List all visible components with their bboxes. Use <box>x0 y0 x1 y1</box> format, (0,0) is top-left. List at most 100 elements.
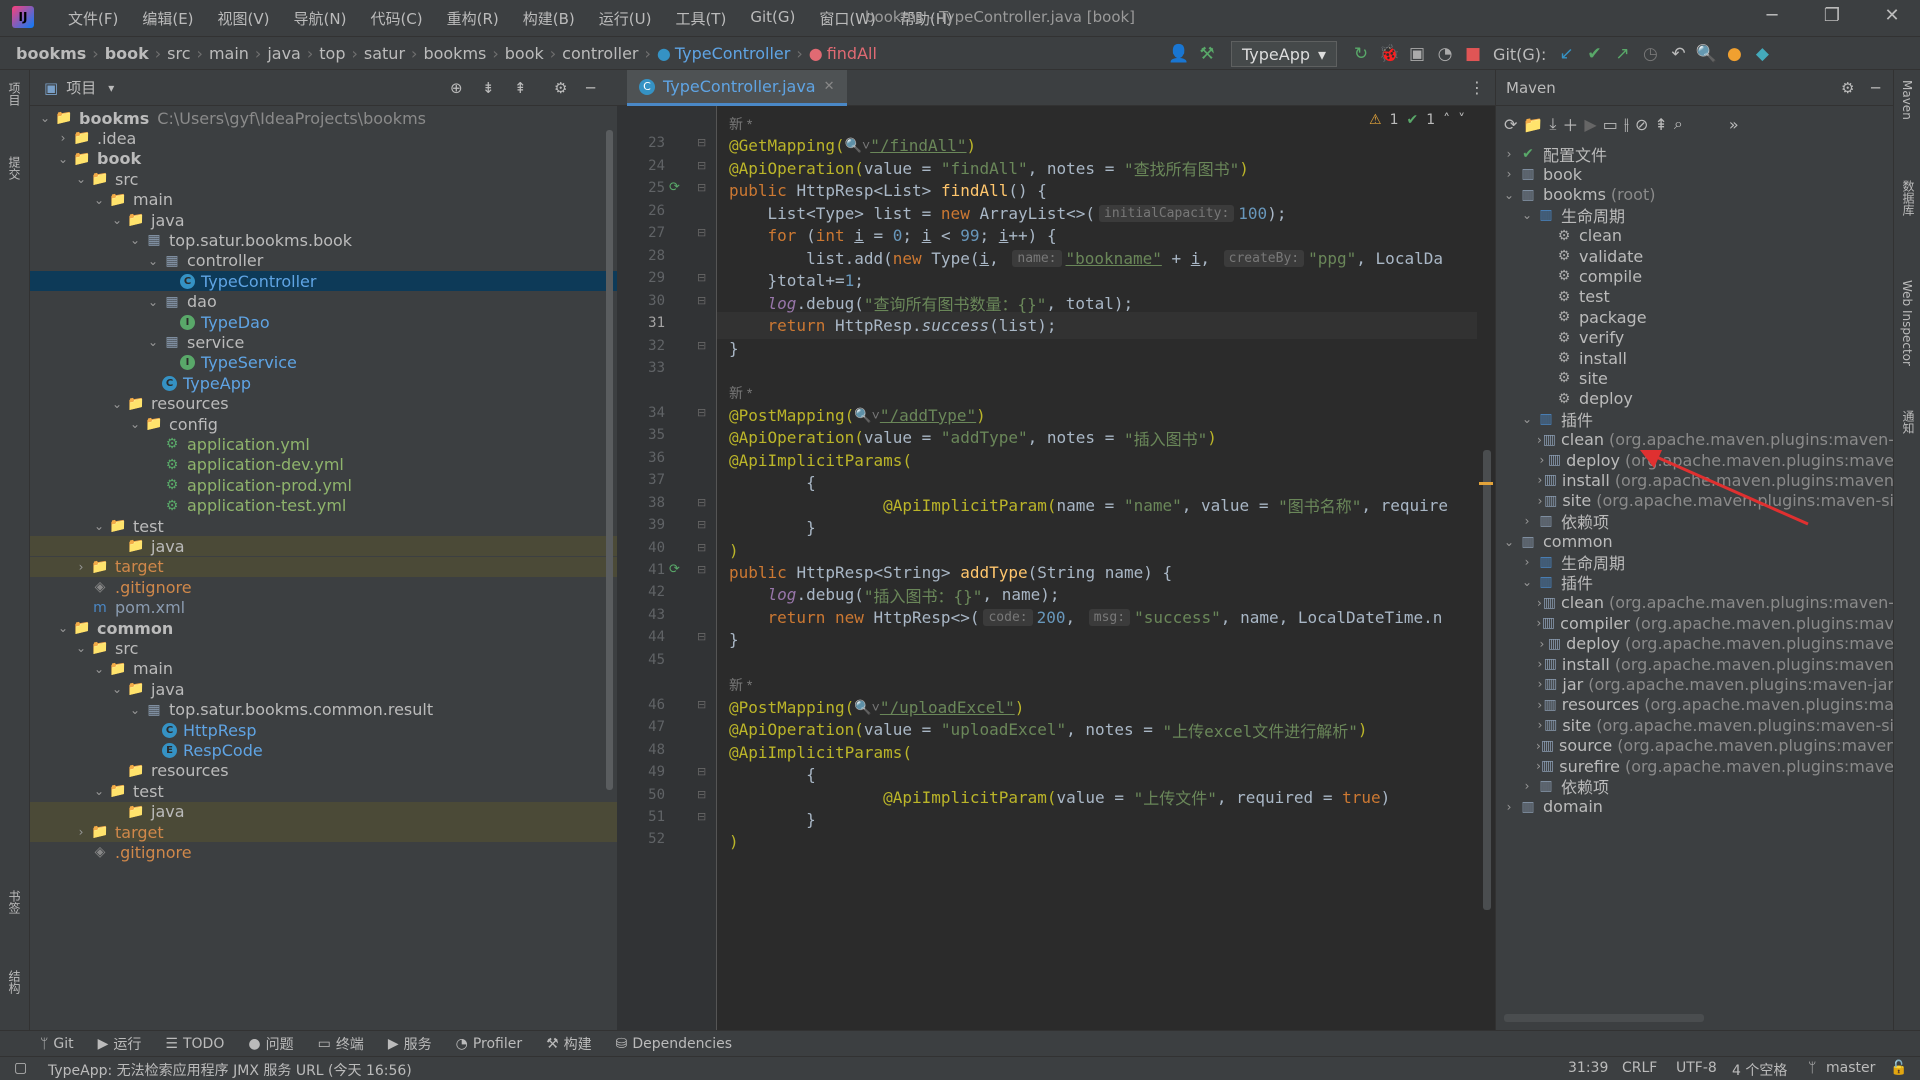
maven-tree-item[interactable]: › ▥ 依赖项 <box>1496 776 1894 796</box>
tree-item[interactable]: ⌄ 📁 src <box>30 638 617 658</box>
chevron-down-icon[interactable]: ⌄ <box>108 397 126 411</box>
chevron-down-icon[interactable]: ⌄ <box>72 172 90 186</box>
fold-marker-icon[interactable]: ⊟ <box>697 406 706 419</box>
gear-icon[interactable]: ⚙ <box>1841 79 1854 97</box>
chevron-right-icon[interactable]: › <box>1500 147 1518 161</box>
tool-window-git[interactable]: ᛘ Git <box>40 1036 74 1052</box>
breadcrumb-item[interactable]: src <box>167 44 190 63</box>
web-inspector-tool-tab[interactable]: Web Inspector <box>1900 280 1914 366</box>
toggle-offline-icon[interactable]: ⫲ <box>1624 114 1629 134</box>
tab-typecontroller[interactable]: C TypeController.java ✕ <box>627 70 847 106</box>
code-line[interactable]: } <box>729 514 816 541</box>
code-area[interactable]: 新 * @GetMapping(🔍˅ "/findAll") @ApiOperatio… <box>717 106 1477 1030</box>
menu-item[interactable]: 文件(F) <box>56 8 130 29</box>
chevron-right-icon[interactable]: › <box>1536 698 1543 712</box>
tree-item[interactable]: ⌄ ▦ dao <box>30 292 617 312</box>
tree-item[interactable]: C TypeController <box>30 271 617 292</box>
tree-item[interactable]: ⌄ 📁 common <box>30 618 617 638</box>
menu-item[interactable]: 工具(T) <box>663 8 738 29</box>
search-icon[interactable]: 🔍 <box>1692 41 1720 67</box>
chevron-right-icon[interactable]: › <box>1536 657 1544 671</box>
run-gutter-icon[interactable]: ⟳ <box>669 180 680 195</box>
maven-tree-item[interactable]: ⚙ clean <box>1496 226 1894 246</box>
breadcrumb-item[interactable]: TypeController <box>675 44 790 63</box>
chevron-down-icon[interactable]: ˅ <box>1458 112 1465 128</box>
chevron-down-icon[interactable]: ⌄ <box>90 519 108 533</box>
run-configuration-select[interactable]: TypeApp ▾ <box>1231 41 1338 67</box>
tree-item[interactable]: ◈ .gitignore <box>30 577 617 597</box>
menu-item[interactable]: 构建(B) <box>511 8 587 29</box>
maven-tree-item[interactable]: ⌄ ▥ 生命周期 <box>1496 205 1894 225</box>
tree-item[interactable]: ⌄ ▦ controller <box>30 251 617 271</box>
plugin-logo-icon[interactable]: ◆ <box>1748 41 1776 67</box>
code-line[interactable]: ) <box>729 828 739 855</box>
fold-marker-icon[interactable]: ⊟ <box>697 136 706 149</box>
caret-position[interactable]: 31:39 <box>1568 1060 1608 1076</box>
bookmarks-tool-tab[interactable]: 书签 <box>6 890 23 914</box>
menu-item[interactable]: 导航(N) <box>282 8 359 29</box>
scrollbar[interactable] <box>606 130 613 790</box>
maven-tree-item[interactable]: ⚙ verify <box>1496 328 1894 348</box>
maven-scrollbar[interactable] <box>1504 1014 1704 1022</box>
maven-tree-item[interactable]: ⌄ ▥ common <box>1496 532 1894 552</box>
chevron-down-icon[interactable]: ⌄ <box>36 111 54 125</box>
maven-tree-item[interactable]: › ▥ site (org.apache.maven.plugins:maven-si <box>1496 715 1894 735</box>
status-layout-icon[interactable]: ▢ <box>14 1060 27 1076</box>
code-line[interactable]: } <box>729 806 816 833</box>
add-icon[interactable]: ＋ <box>1562 112 1578 136</box>
tree-item[interactable]: ◈ .gitignore <box>30 842 617 862</box>
fold-marker-icon[interactable]: ⊟ <box>697 765 706 778</box>
chevron-down-icon[interactable]: ⌄ <box>144 254 162 268</box>
chevron-right-icon[interactable]: › <box>1536 718 1544 732</box>
breadcrumb-item[interactable]: book <box>505 44 544 63</box>
maven-tree-item[interactable]: › ▥ source (org.apache.maven.plugins:maven <box>1496 736 1894 756</box>
fold-marker-icon[interactable]: ⊟ <box>697 788 706 801</box>
chevron-down-icon[interactable]: ⌄ <box>126 233 144 247</box>
notifications-tool-tab[interactable]: 通知 <box>1900 410 1917 434</box>
menu-item[interactable]: 代码(C) <box>358 8 434 29</box>
maven-tree-item[interactable]: ⚙ deploy <box>1496 389 1894 409</box>
maven-tree-item[interactable]: › ▥ deploy (org.apache.maven.plugins:mave <box>1496 634 1894 654</box>
tree-item[interactable]: › 📁 .idea <box>30 128 617 148</box>
maven-tree-item[interactable]: › ▥ clean (org.apache.maven.plugins:maven- <box>1496 593 1894 613</box>
indent-setting[interactable]: 4 个空格 <box>1732 1060 1787 1080</box>
warning-marker[interactable] <box>1479 482 1493 485</box>
chevron-down-icon[interactable]: ⌄ <box>1500 188 1518 202</box>
execute-goal-icon[interactable]: ▭ <box>1603 115 1618 134</box>
breadcrumb-item[interactable]: book <box>105 44 149 63</box>
analyze-deps-icon[interactable]: ⌕ <box>1674 114 1683 134</box>
tree-item[interactable]: 📁 resources <box>30 761 617 781</box>
menu-item[interactable]: 重构(R) <box>435 8 511 29</box>
chevron-down-icon[interactable]: ⌄ <box>90 193 108 207</box>
menu-item[interactable]: Git(G) <box>738 8 807 29</box>
chevron-right-icon[interactable]: › <box>72 825 90 839</box>
tree-item[interactable]: ⌄ 📁 resources <box>30 394 617 414</box>
chevron-down-icon[interactable]: ⌄ <box>144 335 162 349</box>
maven-tree-item[interactable]: › ▥ domain <box>1496 797 1894 817</box>
chevron-down-icon[interactable]: ⌄ <box>1518 208 1536 222</box>
tree-item[interactable]: ⌄ 📁 java <box>30 679 617 699</box>
coverage-icon[interactable]: ▣ <box>1403 41 1431 67</box>
git-update-icon[interactable]: ↙ <box>1552 41 1580 67</box>
maven-tree-item[interactable]: ⌄ ▥ 插件 <box>1496 409 1894 429</box>
tree-item[interactable]: ⌄ 📁 test <box>30 516 617 536</box>
chevron-down-icon[interactable]: ⌄ <box>1500 535 1518 549</box>
file-encoding[interactable]: UTF-8 <box>1676 1060 1717 1076</box>
tree-item[interactable]: ⌄ 📁 java <box>30 210 617 230</box>
expand-all-icon[interactable]: ⇟ <box>482 79 495 97</box>
lock-icon[interactable]: 🔓 <box>1890 1060 1907 1076</box>
chevron-down-icon[interactable]: ⌄ <box>54 152 72 166</box>
code-line[interactable]: @ApiImplicitParam(name = "name", value =… <box>729 492 1448 519</box>
maven-tree-item[interactable]: ⚙ compile <box>1496 266 1894 286</box>
commit-tool-tab[interactable]: 提交 <box>6 156 23 180</box>
tool-window-run[interactable]: ▶ 运行 <box>98 1034 142 1054</box>
history-icon[interactable]: ◷ <box>1636 41 1664 67</box>
chevron-down-icon[interactable]: ⌄ <box>108 213 126 227</box>
chevron-down-icon[interactable]: ⌄ <box>54 621 72 635</box>
chevron-down-icon[interactable]: ▾ <box>108 81 114 95</box>
inspection-widget[interactable]: ⚠ 1 ✔ 1 ˄ ˅ <box>1369 112 1465 128</box>
user-icon[interactable]: 👤 <box>1165 41 1193 67</box>
chevron-right-icon[interactable]: › <box>54 131 72 145</box>
tool-window-problems[interactable]: ● 问题 <box>248 1034 293 1054</box>
tree-item[interactable]: I TypeDao <box>30 312 617 332</box>
